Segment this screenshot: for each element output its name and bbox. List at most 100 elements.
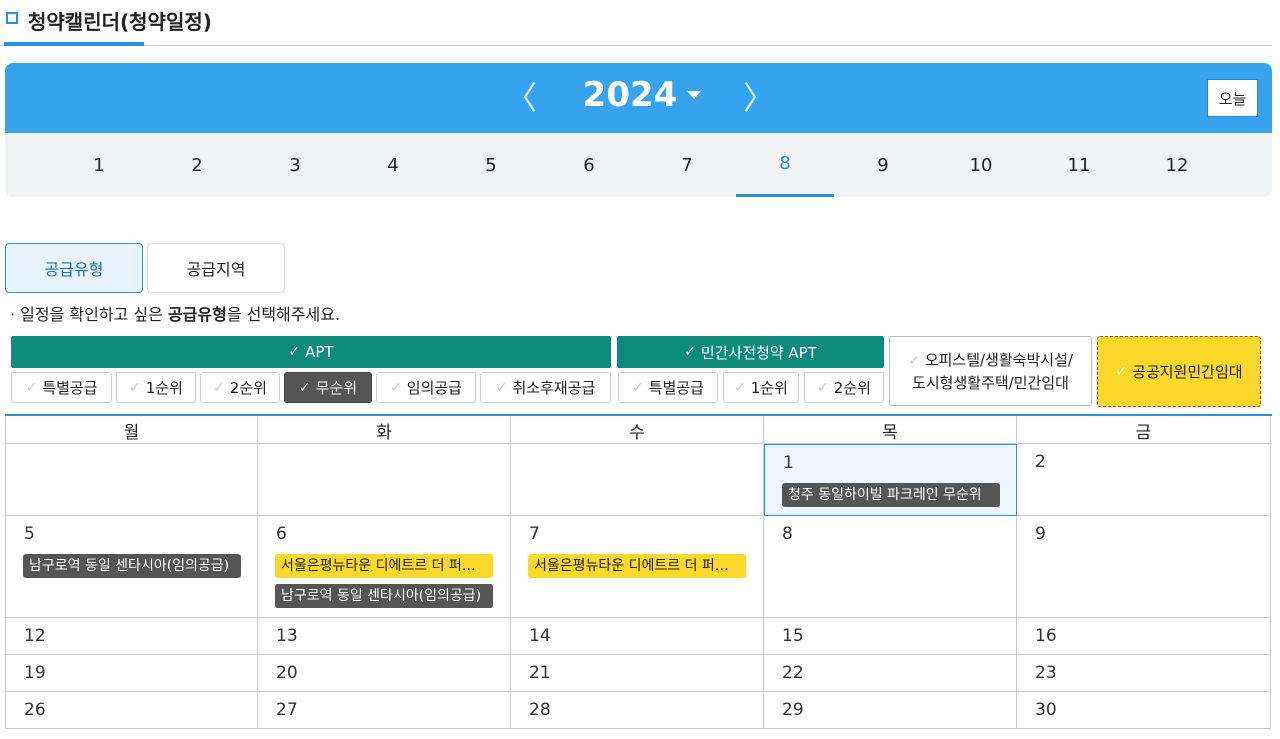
- day-number: 22: [782, 663, 804, 683]
- filter-apt-chip[interactable]: ✓ 무순위: [284, 372, 372, 403]
- calendar-day-cell[interactable]: 2: [1017, 444, 1271, 516]
- calendar-day-cell[interactable]: [5, 444, 258, 516]
- calendar-day-cell[interactable]: 30: [1017, 692, 1271, 729]
- year-navigator: 〈 2024 〉 오늘: [5, 63, 1272, 133]
- filter-presale-header[interactable]: ✓ 민간사전청약 APT: [617, 336, 884, 368]
- weekday-label: 월: [5, 416, 258, 444]
- filter-officetel[interactable]: ✓ 오피스텔/생활숙박시설/ 도시형생활주택/민간임대: [889, 336, 1092, 406]
- chip-label: 무순위: [315, 379, 358, 397]
- tab-supply-region[interactable]: 공급지역: [147, 243, 285, 293]
- calendar-day-cell[interactable]: 28: [511, 692, 764, 729]
- month-tabs: 1 2 3 4 5 6 7 8 9 10 11 12: [5, 133, 1272, 197]
- calendar-day-cell[interactable]: 12: [5, 618, 258, 655]
- day-number: 27: [276, 700, 298, 720]
- check-icon: ✓: [908, 352, 920, 369]
- filter-presale-chip[interactable]: ✓ 2순위: [804, 372, 884, 403]
- calendar-day-cell[interactable]: 26: [5, 692, 258, 729]
- month-tab-2[interactable]: 2: [148, 133, 246, 197]
- chip-label: 2순위: [833, 379, 871, 397]
- check-icon: ✓: [298, 379, 311, 396]
- title-square-icon: [6, 12, 18, 24]
- chip-label: 특별공급: [42, 379, 98, 397]
- caret-down-icon[interactable]: [687, 91, 701, 99]
- filter-apt-chip[interactable]: ✓ 취소후재공급: [480, 372, 611, 403]
- year-label[interactable]: 2024: [565, 75, 695, 115]
- calendar-day-cell[interactable]: 14: [511, 618, 764, 655]
- calendar-day-cell[interactable]: 6 서울은평뉴타운 디에트르 더 퍼스트 남구로역 동일 센타시아(임의공급): [258, 516, 511, 618]
- tab-supply-type[interactable]: 공급유형: [5, 243, 143, 293]
- calendar-day-cell[interactable]: 27: [258, 692, 511, 729]
- chevron-right-icon[interactable]: 〉: [743, 80, 775, 116]
- calendar-day-cell[interactable]: 5 남구로역 동일 센타시아(임의공급): [5, 516, 258, 618]
- calendar-day-cell[interactable]: 20: [258, 655, 511, 692]
- calendar-day-cell[interactable]: 16: [1017, 618, 1271, 655]
- calendar-day-cell[interactable]: 15: [764, 618, 1017, 655]
- check-icon: ✓: [129, 379, 141, 396]
- month-tab-11[interactable]: 11: [1030, 133, 1128, 197]
- day-number: 15: [782, 626, 804, 646]
- day-number: 26: [24, 700, 46, 720]
- month-tab-3[interactable]: 3: [246, 133, 344, 197]
- month-tab-12[interactable]: 12: [1128, 133, 1226, 197]
- month-tab-4[interactable]: 4: [344, 133, 442, 197]
- calendar-day-cell[interactable]: 9: [1017, 516, 1271, 618]
- day-number: 29: [782, 700, 804, 720]
- day-number: 2: [1035, 452, 1046, 472]
- filter-public-rental[interactable]: ✓ 공공지원민간임대: [1097, 336, 1261, 407]
- filter-apt-chip[interactable]: ✓ 특별공급: [11, 372, 112, 403]
- chip-label: 특별공급: [648, 379, 704, 397]
- filter-apt-chip[interactable]: ✓ 1순위: [116, 372, 196, 403]
- calendar-day-cell[interactable]: 8: [764, 516, 1017, 618]
- calendar-day-cell[interactable]: 19: [5, 655, 258, 692]
- day-number: 21: [529, 663, 551, 683]
- filter-presale-chip[interactable]: ✓ 특별공급: [618, 372, 718, 403]
- month-tab-8[interactable]: 8: [736, 133, 834, 197]
- check-icon: ✓: [288, 344, 301, 360]
- calendar-day-cell[interactable]: 7 서울은평뉴타운 디에트르 더 퍼스트: [511, 516, 764, 618]
- chip-label: 1순위: [750, 379, 788, 397]
- check-icon: ✓: [734, 379, 746, 396]
- chip-label: 2순위: [229, 379, 267, 397]
- chevron-left-icon[interactable]: 〈: [505, 80, 537, 116]
- calendar-event[interactable]: 청주 동일하이빌 파크레인 무순위: [782, 483, 1000, 507]
- calendar-day-cell[interactable]: 13: [258, 618, 511, 655]
- calendar-event[interactable]: 서울은평뉴타운 디에트르 더 퍼스트: [275, 554, 493, 578]
- month-tab-6[interactable]: 6: [540, 133, 638, 197]
- calendar-event[interactable]: 남구로역 동일 센타시아(임의공급): [23, 554, 241, 578]
- check-icon: ✓: [213, 379, 225, 396]
- day-number: 9: [1035, 524, 1046, 544]
- filter-apt-chip[interactable]: ✓ 임의공급: [376, 372, 476, 403]
- calendar-day-cell[interactable]: 29: [764, 692, 1017, 729]
- guide-emphasis: 공급유형: [167, 305, 227, 324]
- calendar-event[interactable]: 서울은평뉴타운 디에트르 더 퍼스트: [528, 554, 746, 578]
- weekday-label: 수: [511, 416, 764, 444]
- day-number: 16: [1035, 626, 1057, 646]
- weekday-label: 화: [258, 416, 511, 444]
- today-button[interactable]: 오늘: [1207, 79, 1258, 117]
- weekday-label: 목: [764, 416, 1017, 444]
- guide-text: · 일정을 확인하고 싶은 공급유형을 선택해주세요.: [10, 305, 341, 324]
- month-tab-9[interactable]: 9: [834, 133, 932, 197]
- check-icon: ✓: [1115, 363, 1128, 380]
- filter-apt-header[interactable]: ✓ APT: [11, 336, 611, 368]
- calendar-event[interactable]: 남구로역 동일 센타시아(임의공급): [275, 584, 493, 608]
- calendar-day-cell[interactable]: [511, 444, 764, 516]
- day-number: 5: [24, 524, 35, 544]
- calendar-day-cell[interactable]: 1 청주 동일하이빌 파크레인 무순위: [764, 444, 1017, 516]
- day-number: 1: [783, 453, 794, 473]
- calendar-day-cell[interactable]: 21: [511, 655, 764, 692]
- chip-label: 임의공급: [406, 379, 462, 397]
- day-number: 12: [24, 626, 46, 646]
- day-number: 13: [276, 626, 298, 646]
- month-tab-7[interactable]: 7: [638, 133, 736, 197]
- filter-presale-chip[interactable]: ✓ 1순위: [723, 372, 799, 403]
- calendar-day-cell[interactable]: 22: [764, 655, 1017, 692]
- calendar-day-cell[interactable]: [258, 444, 511, 516]
- day-number: 28: [529, 700, 551, 720]
- month-tab-1[interactable]: 1: [50, 133, 148, 197]
- calendar-day-cell[interactable]: 23: [1017, 655, 1271, 692]
- month-tab-10[interactable]: 10: [932, 133, 1030, 197]
- month-tab-5[interactable]: 5: [442, 133, 540, 197]
- page-title: 청약캘린더(청약일정): [28, 10, 212, 34]
- filter-apt-chip[interactable]: ✓ 2순위: [200, 372, 280, 403]
